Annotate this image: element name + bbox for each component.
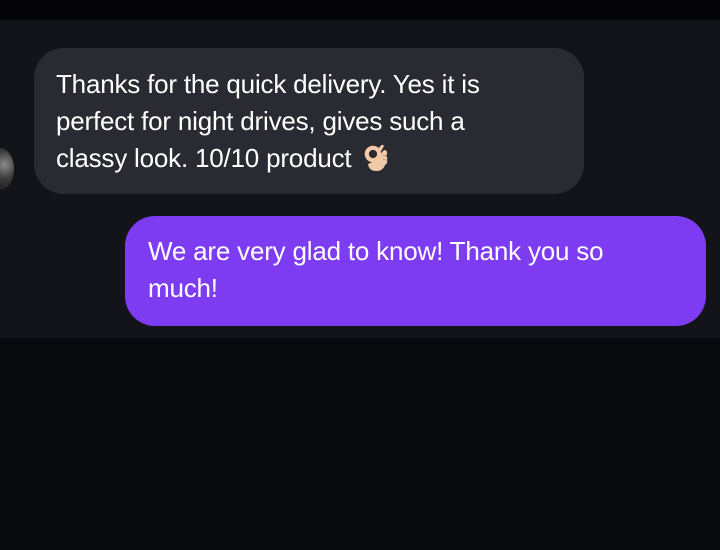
message-line: We are very glad to know! Thank you so xyxy=(148,236,604,266)
incoming-message-bubble[interactable]: Thanks for the quick delivery. Yes it is… xyxy=(34,48,584,194)
ok-hand-icon xyxy=(363,143,391,173)
top-edge xyxy=(0,0,720,20)
outgoing-message-bubble[interactable]: We are very glad to know! Thank you so m… xyxy=(125,216,706,326)
chat-screen: Thanks for the quick delivery. Yes it is… xyxy=(0,0,720,550)
message-line: Thanks for the quick delivery. Yes it is xyxy=(56,69,480,99)
message-line-text: classy look. 10/10 product xyxy=(56,143,352,173)
message-line: classy look. 10/10 product xyxy=(56,140,564,177)
message-line: perfect for night drives, gives such a xyxy=(56,106,465,136)
message-line: much! xyxy=(148,273,218,303)
empty-area xyxy=(0,338,720,550)
